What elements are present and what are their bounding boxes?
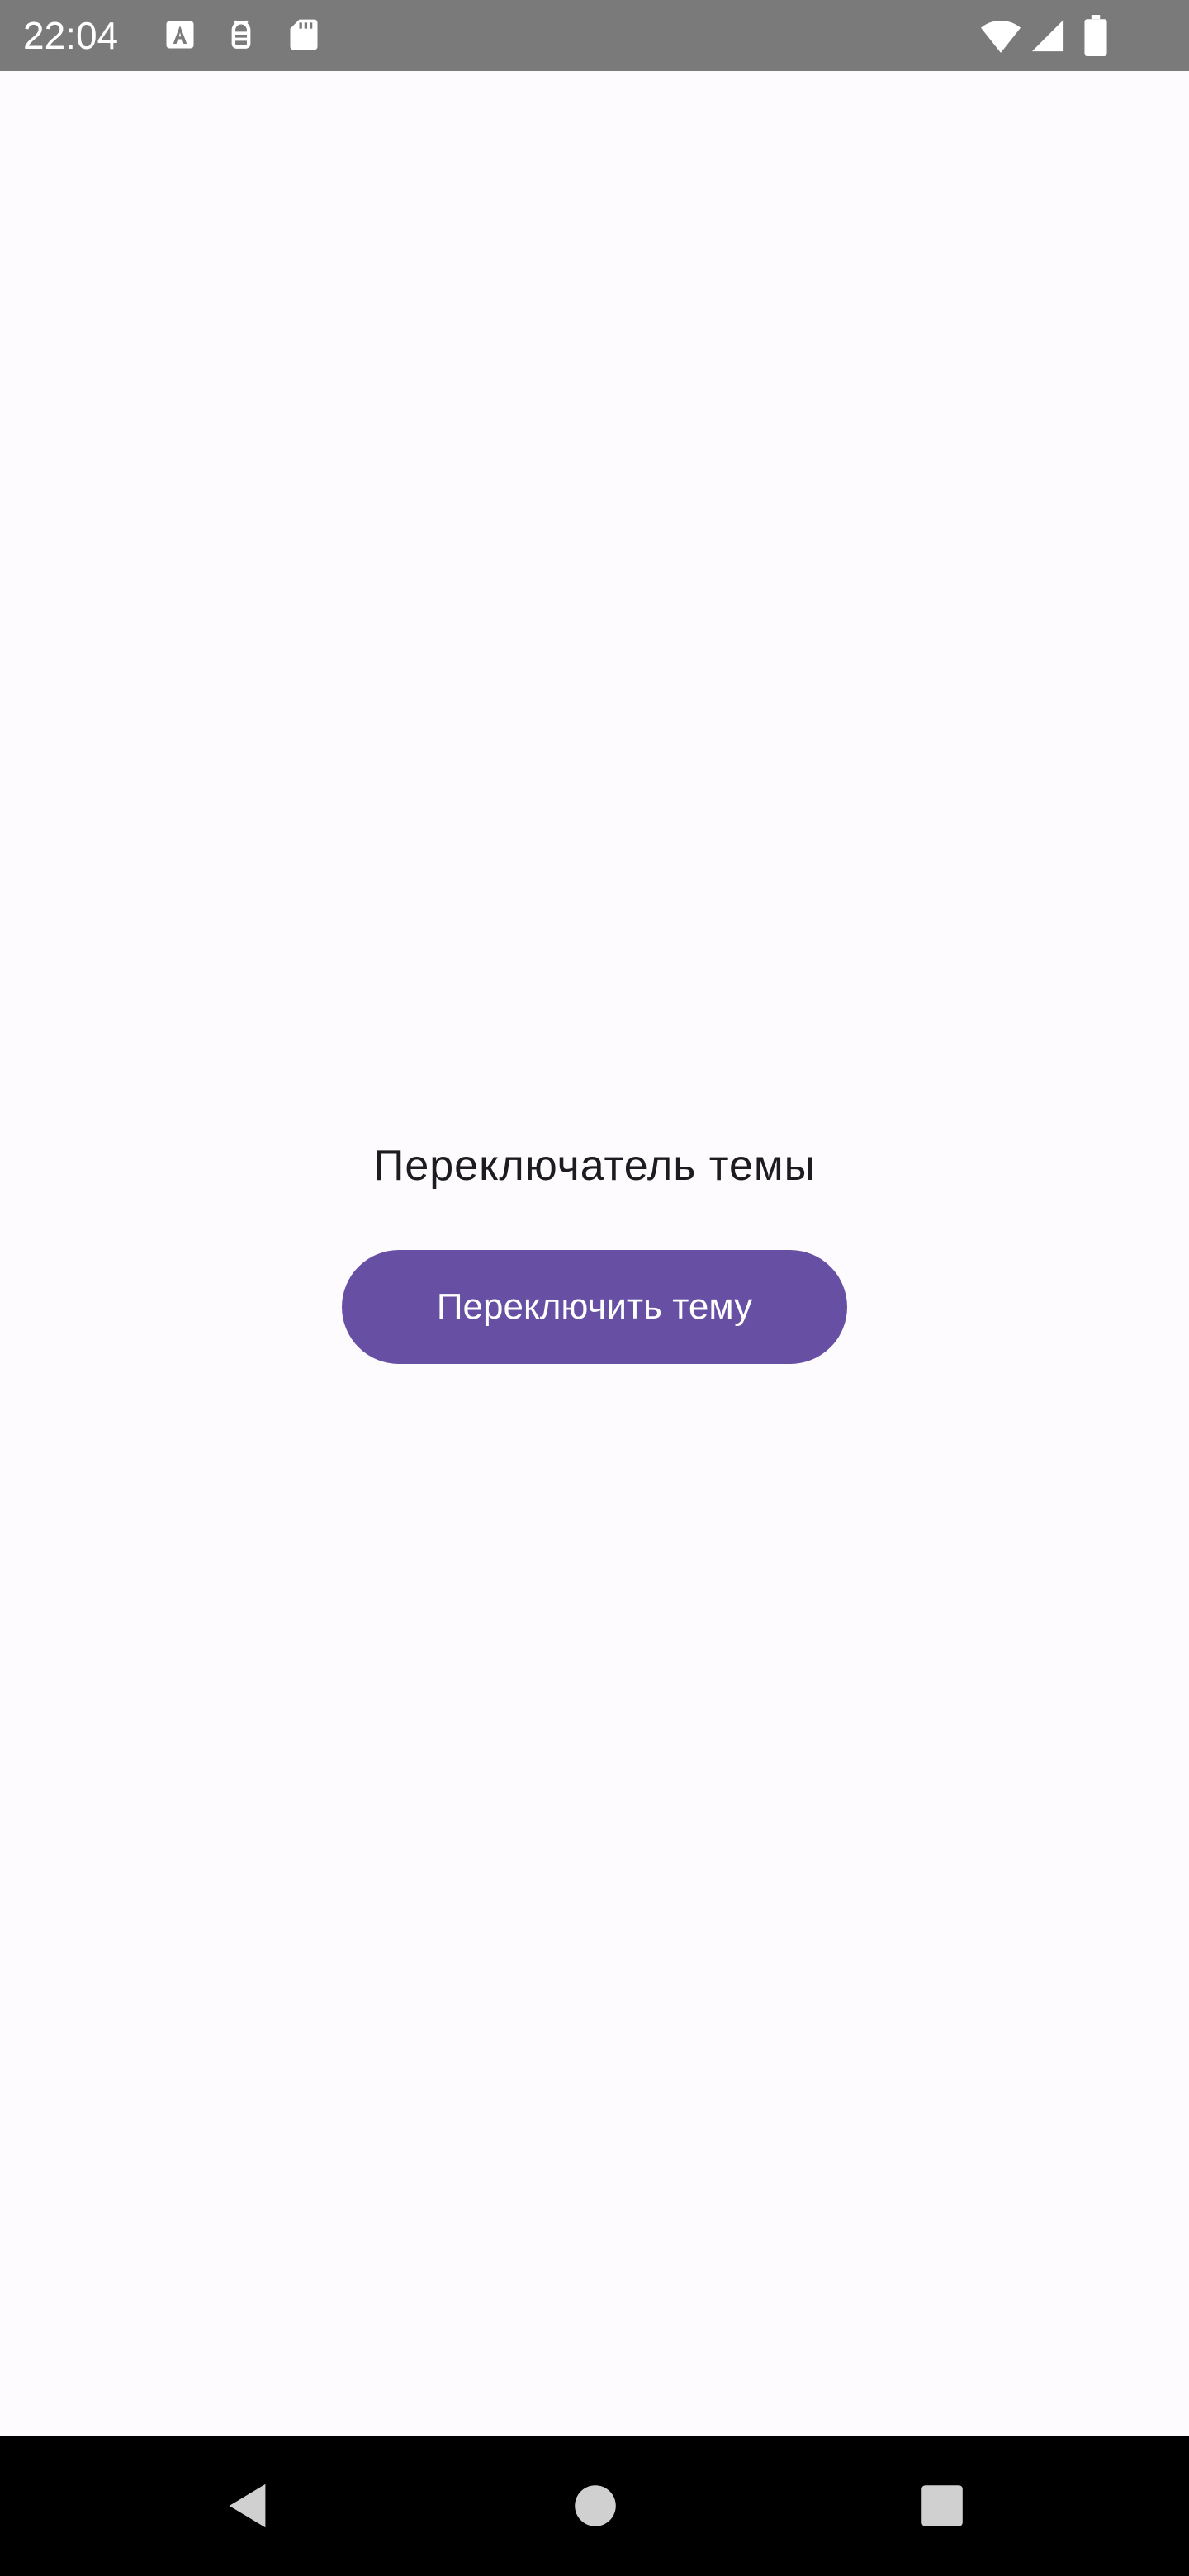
sd-card-icon — [286, 17, 322, 53]
signal-icon — [1030, 17, 1065, 54]
page-title: Переключатель темы — [372, 1142, 817, 1190]
back-icon[interactable] — [220, 2477, 277, 2535]
recents-icon[interactable] — [913, 2477, 971, 2535]
navigation-bar — [0, 2436, 1189, 2576]
font-a-icon — [162, 17, 198, 53]
wifi-icon — [979, 17, 1022, 54]
battery-icon — [1082, 15, 1110, 56]
app-screen: 22:04 Переключатель темы Переключить тем… — [0, 0, 1189, 2576]
main-content: Переключатель темы Переключить тему — [0, 71, 1189, 2436]
toggle-theme-button[interactable]: Переключить тему — [342, 1250, 847, 1364]
status-time: 22:04 — [23, 14, 119, 57]
status-bar: 22:04 — [0, 0, 1189, 71]
android-debug-icon — [223, 17, 259, 53]
home-icon[interactable] — [566, 2477, 624, 2535]
